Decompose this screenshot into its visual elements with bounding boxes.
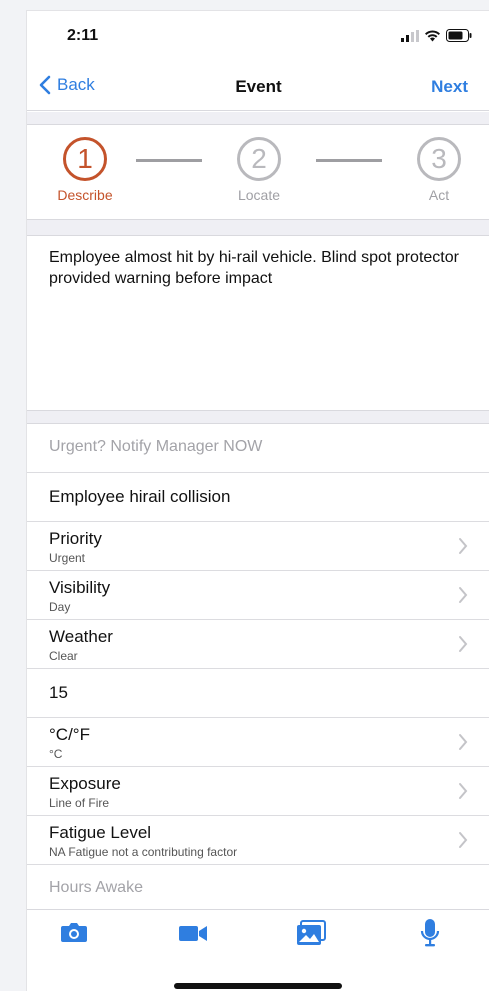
step-describe[interactable]: 1 Describe (55, 137, 115, 203)
progress-stepper: 1 Describe 2 Locate 3 Act (27, 124, 489, 220)
hours-awake-placeholder: Hours Awake (49, 879, 143, 896)
fatigue-level-row[interactable]: Fatigue Level NA Fatigue not a contribut… (27, 816, 489, 865)
microphone-icon[interactable] (420, 918, 440, 948)
chevron-right-icon (459, 538, 468, 554)
urgent-notify-field[interactable]: Urgent? Notify Manager NOW (27, 424, 489, 473)
event-fields-list: Urgent? Notify Manager NOW Employee hira… (27, 423, 489, 914)
media-toolbar (27, 909, 489, 959)
status-time: 2:11 (67, 27, 99, 44)
step-label: Locate (237, 187, 281, 203)
status-icons (401, 29, 472, 42)
navigation-bar: Back Event Next (27, 67, 489, 111)
status-bar: 2:11 (27, 11, 489, 63)
page-title: Event (235, 77, 282, 96)
phone-screen: 2:11 Back Event Next 1 Describe 2 Locate… (26, 10, 489, 991)
step-locate[interactable]: 2 Locate (229, 137, 289, 203)
step-label: Describe (57, 187, 113, 203)
step-number: 3 (417, 137, 461, 181)
chevron-right-icon (459, 783, 468, 799)
section-spacer (27, 220, 489, 235)
camera-icon[interactable] (60, 920, 88, 944)
priority-value: Urgent (49, 551, 86, 565)
priority-row[interactable]: Priority Urgent (27, 522, 489, 571)
temp-unit-value: °C (49, 747, 63, 761)
photo-library-icon[interactable] (296, 920, 326, 946)
step-label: Act (428, 187, 450, 203)
event-type-value: Employee hirail collision (49, 487, 231, 506)
next-button[interactable]: Next (431, 77, 468, 97)
step-connector (136, 159, 202, 162)
weather-label: Weather (49, 627, 113, 646)
fatigue-value: NA Fatigue not a contributing factor (49, 845, 238, 859)
step-connector (316, 159, 382, 162)
fatigue-label: Fatigue Level (49, 823, 152, 842)
home-indicator[interactable] (174, 983, 342, 989)
temperature-field[interactable]: 15 (27, 669, 489, 718)
section-spacer (27, 112, 489, 124)
step-act[interactable]: 3 Act (409, 137, 469, 203)
temp-unit-label: °C/°F (49, 725, 90, 744)
hours-awake-field[interactable]: Hours Awake (27, 865, 489, 914)
wifi-icon (425, 29, 440, 41)
chevron-right-icon (459, 734, 468, 750)
battery-icon (446, 29, 472, 42)
priority-label: Priority (49, 529, 102, 548)
temperature-value: 15 (49, 683, 68, 702)
section-spacer (27, 411, 489, 423)
chevron-right-icon (459, 636, 468, 652)
step-number: 1 (63, 137, 107, 181)
exposure-value: Line of Fire (49, 796, 110, 810)
video-icon[interactable] (178, 923, 208, 943)
urgent-notify-placeholder: Urgent? Notify Manager NOW (49, 438, 263, 455)
weather-row[interactable]: Weather Clear (27, 620, 489, 669)
event-type-field[interactable]: Employee hirail collision (27, 473, 489, 522)
description-textarea[interactable]: Employee almost hit by hi-rail vehicle. … (27, 235, 489, 411)
visibility-label: Visibility (49, 578, 111, 597)
visibility-value: Day (49, 600, 71, 614)
weather-value: Clear (49, 649, 78, 663)
exposure-label: Exposure (49, 774, 121, 793)
visibility-row[interactable]: Visibility Day (27, 571, 489, 620)
chevron-right-icon (459, 587, 468, 603)
signal-icon (401, 29, 419, 42)
chevron-right-icon (459, 832, 468, 848)
exposure-row[interactable]: Exposure Line of Fire (27, 767, 489, 816)
temp-unit-row[interactable]: °C/°F °C (27, 718, 489, 767)
step-number: 2 (237, 137, 281, 181)
